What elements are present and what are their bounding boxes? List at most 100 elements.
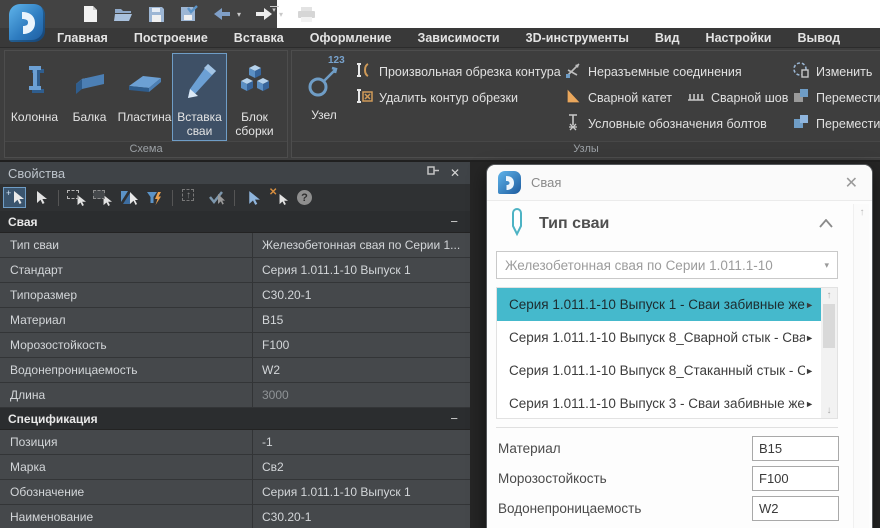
list-scrollbar[interactable]: ↑ ↓: [821, 288, 837, 418]
isolate-tool[interactable]: ↑: [179, 187, 202, 208]
property-value[interactable]: Св2: [253, 455, 470, 479]
quick-filter-tool[interactable]: [143, 187, 166, 208]
tab-oformlenie[interactable]: Оформление: [310, 31, 392, 45]
water-resistance-input[interactable]: [752, 496, 839, 521]
tab-glavnaya[interactable]: Главная: [57, 31, 108, 45]
new-file-icon[interactable]: [80, 4, 100, 24]
property-row[interactable]: СтандартСерия 1.011.1-10 Выпуск 1: [0, 258, 470, 283]
tab-3d-instrumenty[interactable]: 3D-инструменты: [526, 31, 629, 45]
frost-resistance-input[interactable]: [752, 466, 839, 491]
ribbon: Колонна Балка Пластина Вставка сваи: [0, 48, 880, 160]
property-row[interactable]: ТипоразмерС30.20-1: [0, 283, 470, 308]
scroll-up-icon[interactable]: ↑: [821, 290, 837, 301]
property-value[interactable]: С30.20-1: [253, 505, 470, 528]
property-label: Марка: [0, 455, 253, 479]
bolt-symbols-label: Условные обозначения болтов: [588, 117, 767, 131]
material-label: Материал: [498, 441, 752, 456]
move-button-1[interactable]: Переместить: [792, 88, 880, 108]
property-row[interactable]: ВодонепроницаемостьW2: [0, 358, 470, 383]
assembly-block-tool-button[interactable]: Блок сборки: [227, 53, 282, 141]
section-header-svaya[interactable]: Свая −: [0, 211, 470, 233]
pick-select-tool[interactable]: [241, 187, 264, 208]
pile-type-combobox[interactable]: Железобетонная свая по Серии 1.011.1-10 …: [496, 251, 838, 279]
delete-contour-trim-button[interactable]: Удалить контур обрезки: [355, 88, 518, 108]
list-item[interactable]: Серия 1.011.1-10 Выпуск 3 - Сваи забивны…: [497, 387, 822, 420]
tab-vstavka[interactable]: Вставка: [234, 31, 284, 45]
undo-dropdown-icon[interactable]: ▾: [237, 10, 241, 19]
select-tool[interactable]: [29, 187, 52, 208]
permanent-joints-button[interactable]: Неразъемные соединения: [564, 62, 742, 82]
select-add-tool[interactable]: +: [3, 187, 26, 208]
move-button-2[interactable]: Переместить: [792, 114, 880, 134]
weld-leg-button[interactable]: Сварной катет: [564, 88, 672, 108]
dialog-title-bar[interactable]: Свая ✕: [487, 165, 872, 201]
edit-button[interactable]: Изменить: [792, 62, 872, 82]
deselect-tool[interactable]: ✕: [267, 187, 290, 208]
dialog-close-icon[interactable]: ✕: [845, 173, 858, 193]
bolt-symbols-button[interactable]: Условные обозначения болтов: [564, 114, 767, 134]
close-panel-icon[interactable]: ✕: [450, 166, 460, 180]
arbitrary-contour-trim-button[interactable]: Произвольная обрезка контура: [355, 62, 561, 82]
node-tool-button[interactable]: 123 Узел: [298, 55, 350, 139]
edit-label: Изменить: [816, 65, 872, 79]
material-input[interactable]: [752, 436, 839, 461]
window-select-tool[interactable]: [65, 187, 88, 208]
property-row[interactable]: МорозостойкостьF100: [0, 333, 470, 358]
property-value[interactable]: B15: [253, 308, 470, 332]
tab-postroenie[interactable]: Построение: [134, 31, 208, 45]
insert-pile-tool-button[interactable]: Вставка сваи: [172, 53, 227, 141]
properties-panel-title: Свойства: [8, 166, 427, 181]
undo-icon[interactable]: [212, 4, 232, 24]
property-row[interactable]: Длина3000: [0, 383, 470, 408]
crossing-select-tool[interactable]: [91, 187, 114, 208]
property-value[interactable]: С30.20-1: [253, 283, 470, 307]
beam-tool-button[interactable]: Балка: [62, 53, 117, 141]
section-header-specifikaciya[interactable]: Спецификация −: [0, 408, 470, 430]
collapse-icon[interactable]: −: [450, 411, 458, 426]
property-value[interactable]: Серия 1.011.1-10 Выпуск 1: [253, 480, 470, 504]
collapse-icon[interactable]: −: [450, 214, 458, 229]
property-row[interactable]: МатериалB15: [0, 308, 470, 333]
pin-panel-icon[interactable]: [427, 164, 440, 182]
redo-dropdown-icon[interactable]: ▾: [279, 10, 283, 19]
pile-type-section-header[interactable]: Тип сваи: [487, 209, 847, 239]
tab-nastroyki[interactable]: Настройки: [706, 31, 772, 45]
list-item[interactable]: Серия 1.011.1-10 Выпуск 8_Сварной стык -…: [497, 321, 822, 354]
help-icon[interactable]: ?: [293, 187, 316, 208]
pile-outline-icon: [509, 207, 525, 242]
column-tool-button[interactable]: Колонна: [7, 53, 62, 141]
property-row[interactable]: Позиция-1: [0, 430, 470, 455]
tab-vid[interactable]: Вид: [655, 31, 680, 45]
property-label: Стандарт: [0, 258, 253, 282]
property-value[interactable]: F100: [253, 333, 470, 357]
weld-seam-button[interactable]: Сварной шов: [687, 88, 788, 108]
pile-type-section-title: Тип сваи: [539, 215, 819, 233]
property-row[interactable]: МаркаСв2: [0, 455, 470, 480]
open-file-icon[interactable]: [113, 4, 133, 24]
plate-tool-button[interactable]: Пластина: [117, 53, 172, 141]
save-all-icon[interactable]: [179, 4, 199, 24]
tab-zavisimosti[interactable]: Зависимости: [418, 31, 500, 45]
property-value[interactable]: Железобетонная свая по Серии 1...: [253, 233, 470, 257]
property-value[interactable]: W2: [253, 358, 470, 382]
list-item[interactable]: Серия 1.011.1-10 Выпуск 8_Стаканный стык…: [497, 354, 822, 387]
redo-icon[interactable]: [254, 4, 274, 24]
edit-icon: [792, 61, 810, 84]
dialog-scrollbar[interactable]: ↑: [853, 204, 869, 528]
property-value[interactable]: -1: [253, 430, 470, 454]
save-icon[interactable]: [146, 4, 166, 24]
chevron-up-icon[interactable]: [819, 215, 833, 233]
tab-vyvod[interactable]: Вывод: [798, 31, 841, 45]
scroll-down-icon[interactable]: ↓: [821, 405, 837, 416]
property-value[interactable]: Серия 1.011.1-10 Выпуск 1: [253, 258, 470, 282]
scrollbar-thumb[interactable]: [823, 304, 835, 348]
list-item[interactable]: Серия 1.011.1-10 Выпуск 1 - Сваи забивны…: [497, 288, 822, 321]
permanent-joints-label: Неразъемные соединения: [588, 65, 742, 79]
scroll-up-icon[interactable]: ↑: [854, 207, 870, 218]
property-row[interactable]: ОбозначениеСерия 1.011.1-10 Выпуск 1: [0, 480, 470, 505]
print-icon[interactable]: [296, 4, 316, 24]
invert-select-tool[interactable]: [117, 187, 140, 208]
confirm-tool[interactable]: [205, 187, 228, 208]
property-row[interactable]: Тип сваиЖелезобетонная свая по Серии 1..…: [0, 233, 470, 258]
property-row[interactable]: НаименованиеС30.20-1: [0, 505, 470, 528]
